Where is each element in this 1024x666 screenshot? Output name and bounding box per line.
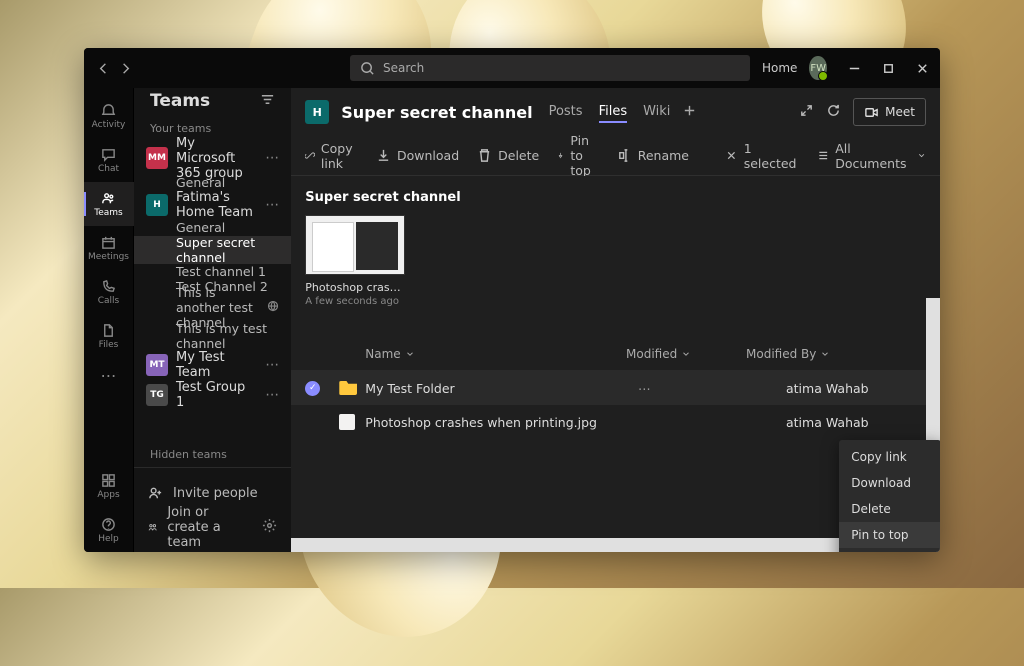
- add-tab-button[interactable]: [682, 103, 697, 122]
- globe-icon: [267, 300, 279, 315]
- rail-files[interactable]: Files: [84, 314, 134, 358]
- rail-teams[interactable]: Teams: [84, 182, 134, 226]
- channel-badge: H: [305, 100, 329, 124]
- panel-title: Teams: [150, 91, 210, 111]
- channel-row[interactable]: Test channel 1: [134, 264, 291, 279]
- folder-icon: [339, 381, 357, 395]
- tab-files[interactable]: Files: [599, 102, 628, 123]
- file-row[interactable]: Photoshop crashes when printing.jpg atim…: [291, 405, 940, 439]
- forward-button[interactable]: [116, 59, 134, 77]
- rail-meetings[interactable]: Meetings: [84, 226, 134, 270]
- download-button[interactable]: Download: [376, 148, 459, 163]
- checkbox[interactable]: ✓: [305, 381, 320, 396]
- content-title: Super secret channel: [291, 176, 940, 215]
- channel-header: H Super secret channel Posts Files Wiki …: [291, 88, 940, 136]
- channel-row[interactable]: General: [134, 220, 291, 235]
- main-area: H Super secret channel Posts Files Wiki …: [291, 88, 940, 552]
- pin-to-top-button[interactable]: Pin to top: [557, 133, 598, 178]
- team-row[interactable]: MTMy Test Team⋯: [134, 350, 291, 380]
- file-name: My Test Folder: [365, 381, 638, 396]
- refresh-button[interactable]: [826, 103, 841, 122]
- maximize-button[interactable]: [875, 48, 903, 88]
- channel-title: Super secret channel: [341, 103, 532, 122]
- view-switcher[interactable]: All Documents: [817, 141, 926, 171]
- ctx-download[interactable]: Download: [839, 470, 940, 496]
- team-more-button[interactable]: ⋯: [265, 357, 279, 373]
- team-row[interactable]: MMMy Microsoft 365 group⋯: [134, 141, 291, 175]
- rail-activity[interactable]: Activity: [84, 94, 134, 138]
- search-input[interactable]: Search: [350, 55, 750, 81]
- ctx-rename[interactable]: Rename: [839, 548, 940, 552]
- team-more-button[interactable]: ⋯: [265, 197, 279, 213]
- rail-more[interactable]: ⋯: [101, 366, 117, 385]
- pinned-time: A few seconds ago: [305, 296, 405, 307]
- search-icon: [360, 61, 375, 76]
- row-more-button[interactable]: ⋯: [638, 381, 651, 396]
- team-more-button[interactable]: ⋯: [265, 387, 279, 403]
- back-button[interactable]: [94, 59, 112, 77]
- app-rail: Activity Chat Teams Meetings Calls Files…: [84, 88, 134, 552]
- modified-by: atima Wahab: [786, 415, 926, 430]
- close-button[interactable]: [908, 48, 936, 88]
- file-name: Photoshop crashes when printing.jpg: [365, 415, 638, 430]
- file-row[interactable]: ✓ My Test Folder ⋯ atima Wahab: [291, 371, 940, 405]
- team-row[interactable]: TGTest Group 1⋯: [134, 380, 291, 410]
- team-badge: TG: [146, 384, 168, 406]
- column-name[interactable]: Name: [365, 347, 626, 361]
- tab-posts[interactable]: Posts: [549, 102, 583, 123]
- ctx-copy-link[interactable]: Copy link: [839, 444, 940, 470]
- home-link[interactable]: Home: [762, 61, 797, 75]
- join-create-team-button[interactable]: Join or create a team: [134, 510, 291, 544]
- hidden-teams-heading: Hidden teams: [134, 440, 291, 467]
- channel-row[interactable]: This is another test channel: [134, 294, 291, 322]
- gear-icon[interactable]: [262, 518, 277, 537]
- column-modified-by[interactable]: Modified By: [746, 347, 886, 361]
- file-list-header: Name Modified Modified By: [291, 337, 940, 371]
- ctx-delete[interactable]: Delete: [839, 496, 940, 522]
- rail-apps[interactable]: Apps: [84, 464, 134, 508]
- team-more-button[interactable]: ⋯: [265, 150, 279, 166]
- pinned-thumbnail: [305, 215, 405, 275]
- channel-row[interactable]: General: [134, 175, 291, 190]
- filter-button[interactable]: [260, 92, 275, 111]
- search-placeholder: Search: [383, 61, 424, 75]
- team-row[interactable]: HFatima's Home Team⋯: [134, 190, 291, 220]
- rail-calls[interactable]: Calls: [84, 270, 134, 314]
- team-badge: H: [146, 194, 168, 216]
- pinned-name: Photoshop crashes wh...: [305, 281, 405, 294]
- team-badge: MT: [146, 354, 168, 376]
- ctx-pin-to-top[interactable]: Pin to top: [839, 522, 940, 548]
- rail-chat[interactable]: Chat: [84, 138, 134, 182]
- app-window: Search Home FW Activity Chat Teams Meeti…: [84, 48, 940, 552]
- selection-count[interactable]: 1 selected: [725, 141, 799, 171]
- teams-panel: Teams Your teams MMMy Microsoft 365 grou…: [134, 88, 291, 552]
- delete-button[interactable]: Delete: [477, 148, 539, 163]
- modified-by: atima Wahab: [786, 381, 926, 396]
- rail-help[interactable]: Help: [84, 508, 134, 552]
- toolbar: Copy link Download Delete Pin to top Ren…: [291, 136, 940, 176]
- minimize-button[interactable]: [841, 48, 869, 88]
- channel-row[interactable]: Super secret channel: [134, 236, 291, 264]
- column-modified[interactable]: Modified: [626, 347, 746, 361]
- tab-wiki[interactable]: Wiki: [643, 102, 670, 123]
- team-badge: MM: [146, 147, 168, 169]
- image-icon: [339, 414, 355, 430]
- channel-row[interactable]: This is my test channel: [134, 322, 291, 350]
- meet-button[interactable]: Meet: [853, 98, 926, 126]
- copy-link-button[interactable]: Copy link: [305, 141, 358, 171]
- rename-button[interactable]: Rename: [617, 148, 689, 163]
- avatar[interactable]: FW: [809, 56, 826, 80]
- expand-button[interactable]: [799, 103, 814, 122]
- titlebar: Search Home FW: [84, 48, 940, 88]
- context-menu: Copy link Download Delete Pin to top Ren…: [839, 440, 940, 552]
- pinned-item[interactable]: Photoshop crashes wh... A few seconds ag…: [305, 215, 405, 307]
